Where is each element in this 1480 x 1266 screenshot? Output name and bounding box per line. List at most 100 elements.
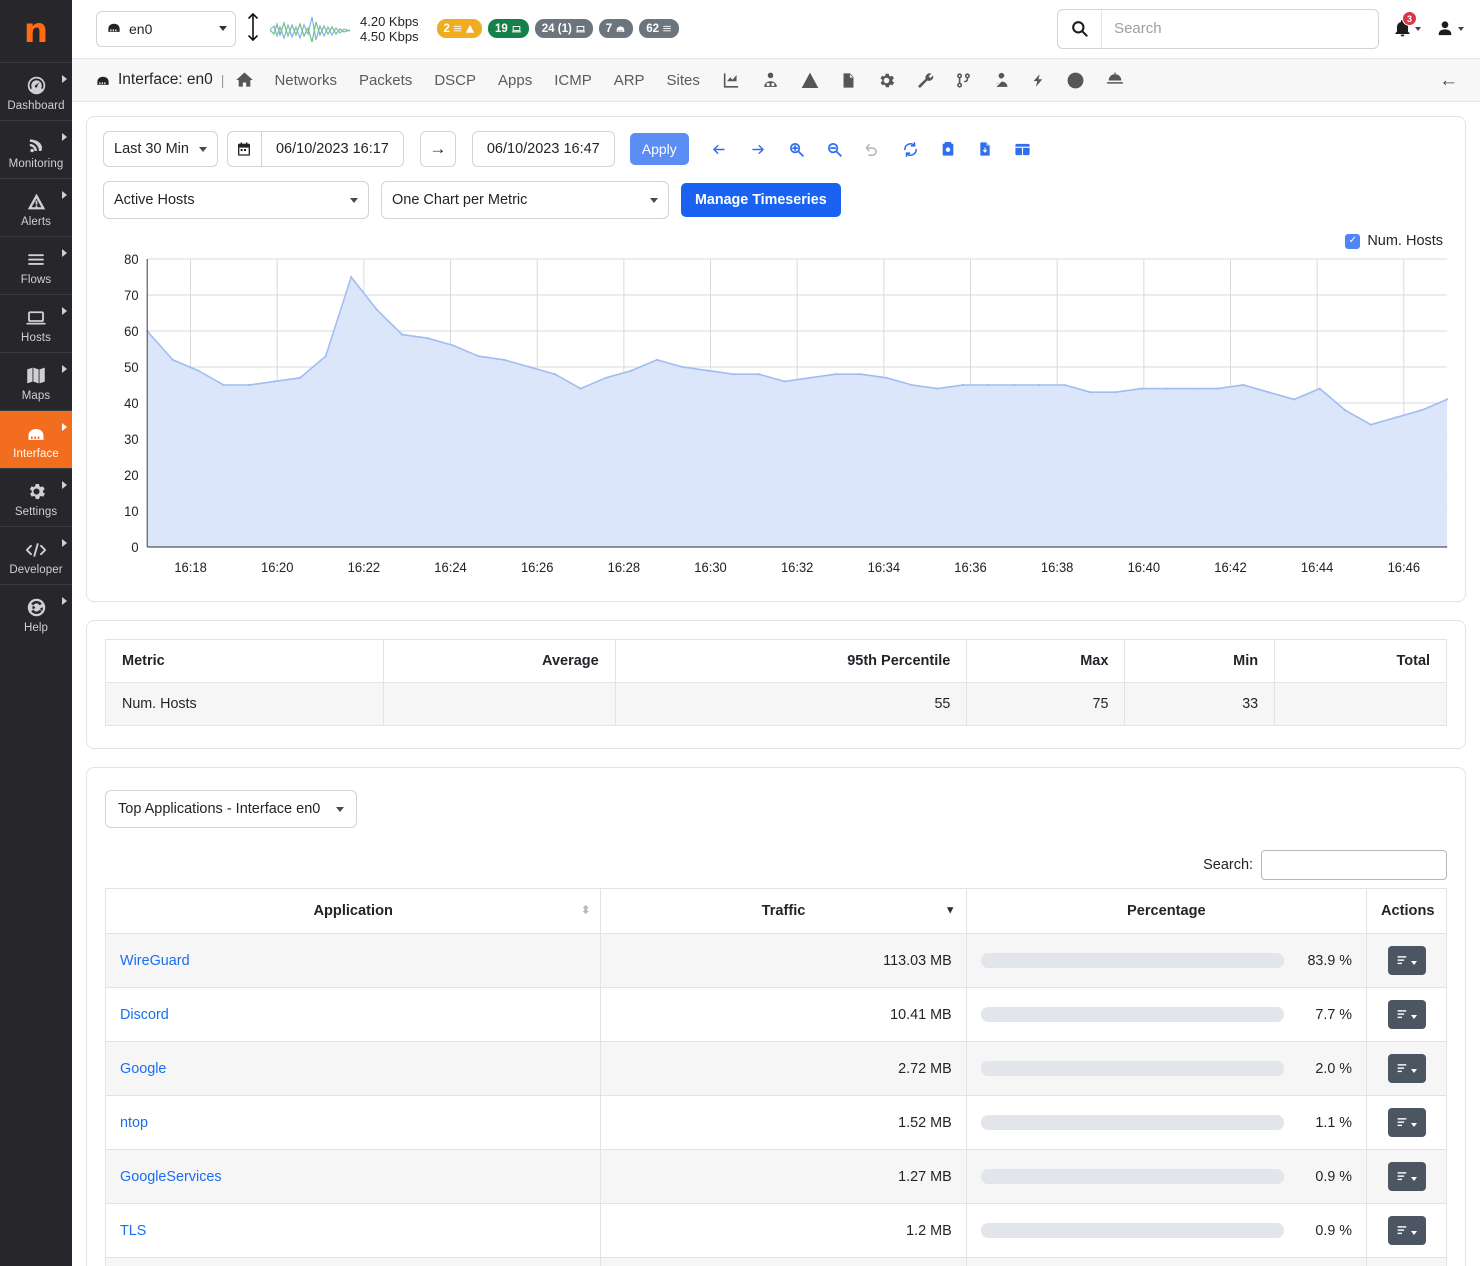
sidebar-item-dashboard[interactable]: Dashboard <box>0 62 72 120</box>
application-link[interactable]: Google <box>120 1061 166 1077</box>
sidebar-item-flows[interactable]: Flows <box>0 236 72 294</box>
export-icon[interactable] <box>977 140 993 158</box>
status-badge-alerts[interactable]: 2 <box>436 19 482 39</box>
badge-value: 2 <box>443 22 450 35</box>
status-badge-flows[interactable]: 62 <box>639 19 679 39</box>
percentage-bar <box>980 953 1284 969</box>
application-link[interactable]: Discord <box>120 1007 169 1023</box>
row-actions-button[interactable] <box>1387 946 1426 976</box>
sidebar-item-label: Monitoring <box>8 158 64 170</box>
refresh-icon[interactable] <box>902 141 919 158</box>
sidebar-item-hosts[interactable]: Hosts <box>0 294 72 352</box>
percentage-bar <box>980 1115 1284 1131</box>
nav-link-apps[interactable]: Apps <box>498 72 532 89</box>
table-row: Discord 10.41 MB 7.7 % <box>104 987 1448 1043</box>
application-link[interactable]: TLS <box>120 1223 146 1239</box>
x-axis-tick: 16:22 <box>348 560 380 575</box>
legend-item-num-hosts[interactable]: ✓ Num. Hosts <box>1345 233 1443 249</box>
metric-select[interactable]: Active Hosts <box>103 181 369 220</box>
row-actions-button[interactable] <box>1387 1000 1426 1030</box>
branch-icon[interactable] <box>955 71 972 90</box>
col-max: Max <box>966 639 1126 684</box>
time-preset-select[interactable]: Last 30 Min <box>103 131 218 168</box>
col-percentage[interactable]: Percentage <box>965 888 1367 935</box>
chart-icon[interactable] <box>721 71 741 90</box>
sidebar-item-maps[interactable]: Maps <box>0 352 72 410</box>
row-actions-button[interactable] <box>1387 1216 1426 1246</box>
application-link[interactable]: WireGuard <box>120 953 190 969</box>
arrow-right-icon[interactable] <box>749 142 767 157</box>
service-bell-icon[interactable] <box>1105 71 1125 90</box>
apps-search-input[interactable] <box>1261 850 1448 881</box>
manage-timeseries-button[interactable]: Manage Timeseries <box>681 183 841 218</box>
sidebar-item-developer[interactable]: Developer <box>0 526 72 584</box>
nav-link-networks[interactable]: Networks <box>274 72 337 89</box>
notification-count-badge: 3 <box>1402 11 1418 27</box>
clock-icon[interactable] <box>1066 71 1085 90</box>
user-menu-button[interactable] <box>1435 18 1465 39</box>
application-link[interactable]: GoogleServices <box>120 1169 222 1185</box>
col-application[interactable]: Application ⬍ <box>104 888 602 935</box>
cell-max: 75 <box>966 682 1126 727</box>
search-input[interactable] <box>1102 9 1379 48</box>
nav-link-sites[interactable]: Sites <box>667 72 700 89</box>
grid-icon[interactable] <box>1014 141 1031 158</box>
status-badges: 2 19 24 (1) 7 62 <box>436 19 679 39</box>
row-actions-button[interactable] <box>1387 1054 1426 1084</box>
status-badge-devices-ok[interactable]: 19 <box>487 19 529 39</box>
zoom-out-icon[interactable] <box>826 141 843 158</box>
calendar-icon[interactable] <box>226 131 261 168</box>
apps-view-select[interactable]: Top Applications - Interface en0 <box>105 790 358 829</box>
cell-actions <box>1365 1203 1448 1259</box>
sidebar-item-help[interactable]: Help <box>0 584 72 642</box>
logo[interactable]: n <box>0 0 72 62</box>
col-actions: Actions <box>1365 888 1448 935</box>
row-actions-button[interactable] <box>1387 1108 1426 1138</box>
snapshot-icon[interactable] <box>940 140 956 158</box>
report-icon[interactable] <box>840 71 857 90</box>
warning-icon[interactable] <box>800 71 820 90</box>
sidebar-item-interface[interactable]: Interface <box>0 410 72 468</box>
status-badge-interfaces[interactable]: 7 <box>598 19 634 39</box>
user-detective-icon[interactable] <box>761 71 780 90</box>
sidebar-item-monitoring[interactable]: Monitoring <box>0 120 72 178</box>
apply-button[interactable]: Apply <box>629 133 689 166</box>
cell-application: WireGuard <box>104 933 602 989</box>
global-search[interactable] <box>1057 8 1380 49</box>
collapse-nav-button[interactable]: ← <box>1439 71 1458 90</box>
search-icon <box>1058 9 1103 48</box>
interface-selector[interactable]: en0 <box>96 10 236 47</box>
row-actions-button[interactable] <box>1387 1162 1426 1192</box>
nav-link-icmp[interactable]: ICMP <box>554 72 592 89</box>
applications-table-body: WireGuard 113.03 MB 83.9 % Discord 10.41 MB 7… <box>104 933 1448 1266</box>
status-badge-devices-total[interactable]: 24 (1) <box>534 19 593 39</box>
timeseries-chart[interactable]: 0 10 20 30 40 50 60 70 80 16:18 16:20 16:22 16:24 16:… <box>103 251 1449 589</box>
nav-link-dscp[interactable]: DSCP <box>434 72 476 89</box>
user-slash-icon[interactable] <box>992 71 1011 90</box>
wrench-icon[interactable] <box>916 71 935 90</box>
cell-traffic: 1.52 MB <box>600 1095 967 1151</box>
date-to-input[interactable]: 06/10/2023 16:47 <box>471 131 615 168</box>
sidebar-item-alerts[interactable]: Alerts <box>0 178 72 236</box>
zoom-in-icon[interactable] <box>788 141 805 158</box>
nav-link-packets[interactable]: Packets <box>359 72 412 89</box>
legend-checkbox[interactable]: ✓ <box>1345 233 1361 249</box>
notifications-button[interactable]: 3 <box>1393 11 1422 39</box>
col-traffic[interactable]: Traffic ▼ <box>600 888 967 935</box>
legend-label: Num. Hosts <box>1367 233 1444 250</box>
sidebar-item-settings[interactable]: Settings <box>0 468 72 526</box>
gear-icon[interactable] <box>877 71 896 90</box>
lightning-icon[interactable] <box>1031 71 1046 90</box>
table-row: ntop 1.52 MB 1.1 % <box>104 1095 1448 1151</box>
cell-percentage: 1.1 % <box>965 1095 1367 1151</box>
cell-actions <box>1365 1149 1448 1205</box>
application-link[interactable]: ntop <box>120 1115 148 1131</box>
nav-link-arp[interactable]: ARP <box>614 72 645 89</box>
layout-select[interactable]: One Chart per Metric <box>381 181 669 220</box>
page-nav: Interface: en0 | Networks Packets DSCP A… <box>72 58 1480 103</box>
date-from-input[interactable]: 06/10/2023 16:17 <box>260 131 404 168</box>
arrow-left-icon[interactable] <box>710 142 728 157</box>
undo-icon[interactable] <box>864 141 881 158</box>
home-icon[interactable] <box>234 70 255 90</box>
range-arrow-icon: → <box>419 131 456 168</box>
